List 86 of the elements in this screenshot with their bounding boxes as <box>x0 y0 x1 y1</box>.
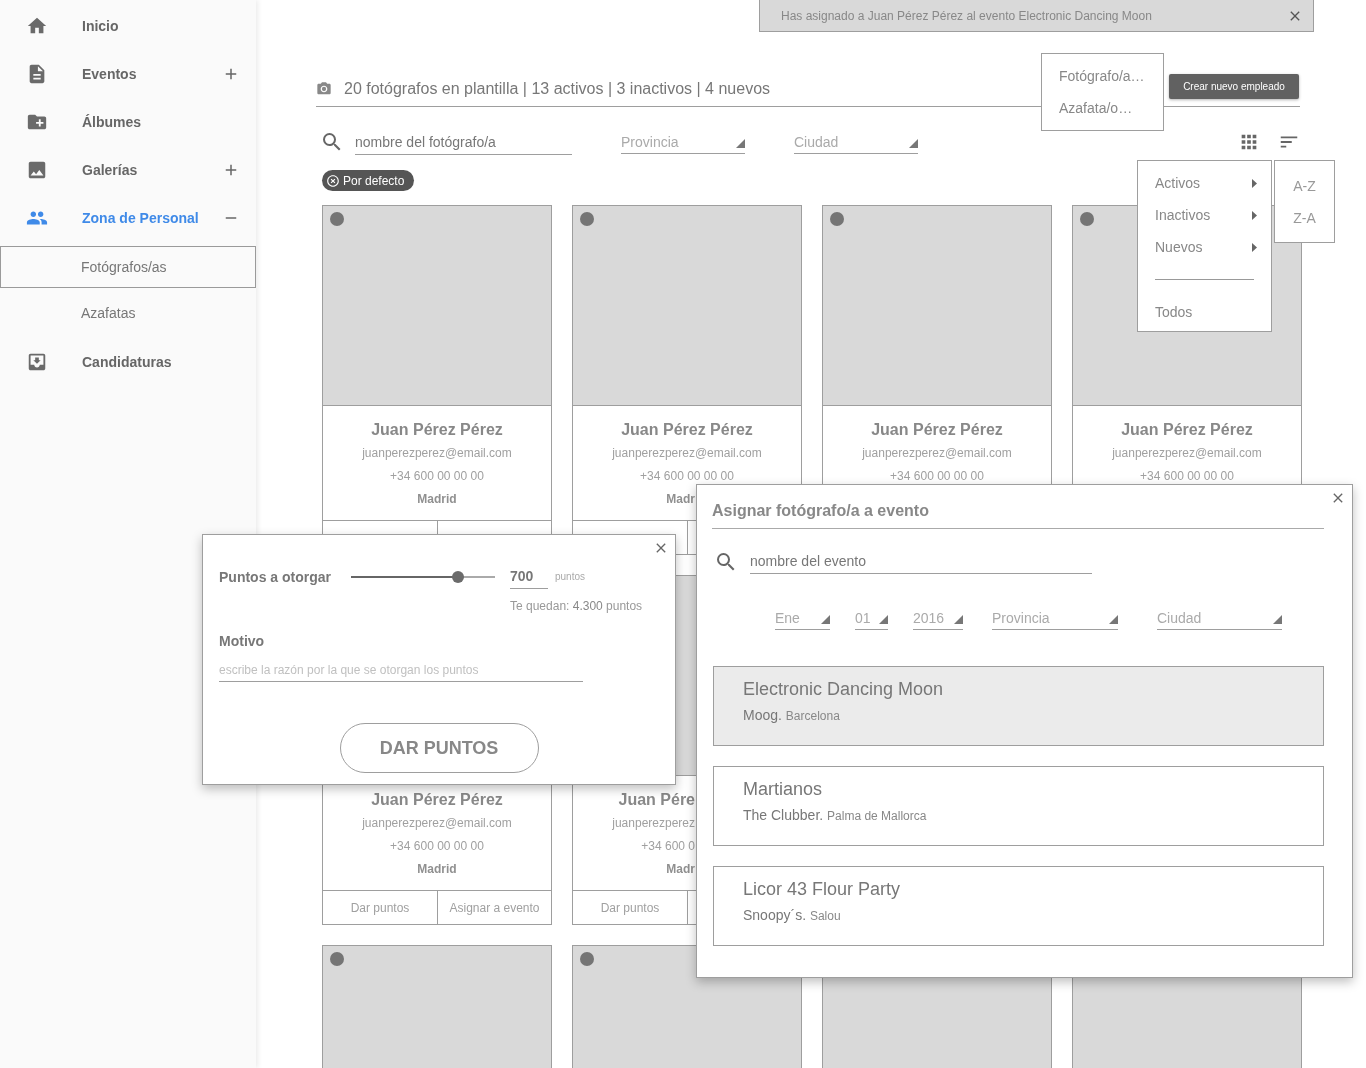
dropdown-triangle-icon <box>954 615 963 624</box>
employee-name: Juan Pére <box>618 792 695 808</box>
dropdown-triangle-icon <box>821 615 830 624</box>
event-search-field[interactable]: nombre del evento <box>750 549 1092 574</box>
staff-summary: 20 fotógrafos en plantilla | 13 activos | 3 inactivos | 4 nuevos <box>344 80 771 98</box>
slider-thumb[interactable] <box>451 570 464 583</box>
camera-icon <box>316 81 332 97</box>
submenu-arrow-icon <box>1252 210 1257 220</box>
employee-email: juanperezperez@email.com <box>1112 447 1262 459</box>
menu-item[interactable]: Activos <box>1138 167 1271 199</box>
menu-item[interactable]: Inactivos <box>1138 199 1271 231</box>
event-name: Electronic Dancing Moon <box>743 679 945 701</box>
card-action-button[interactable]: Asignar a evento <box>438 891 551 924</box>
select-field[interactable]: Ciudad <box>1157 606 1282 630</box>
dialog-title: Asignar fotógrafo/a a evento <box>712 502 1324 529</box>
sidebar-subitem[interactable]: Fotógrafos/as <box>0 246 256 288</box>
select-field[interactable]: Provincia <box>992 606 1118 630</box>
card-action-button[interactable]: Dar puntos <box>573 891 687 924</box>
submenu-arrow-icon <box>1252 178 1257 188</box>
employee-email: juanperezperez@email.com <box>862 447 1012 459</box>
points-unit: puntos <box>555 571 586 582</box>
menu-item[interactable]: Nuevos <box>1138 231 1271 263</box>
card-action-button[interactable]: Dar puntos <box>323 891 437 924</box>
employee-phone: +34 600 00 00 00 <box>890 469 984 482</box>
employee-email: juanperezperez <box>612 817 695 829</box>
select-field[interactable]: Ene <box>775 606 830 630</box>
create-employee-button[interactable]: Crear nuevo empleado <box>1169 73 1299 99</box>
reason-label: Motivo <box>219 633 265 649</box>
sidebar-item[interactable]: Álbumes <box>0 98 256 146</box>
event-location: The Clubber. Palma de Mallorca <box>743 807 928 823</box>
inbox-download-icon <box>26 351 48 373</box>
menu-item[interactable]: Z-A <box>1275 202 1334 234</box>
search-field[interactable]: nombre del fotógrafo/a <box>355 129 572 155</box>
event-item[interactable]: Licor 43 Flour Party Snoopy´s. Salou <box>713 866 1324 946</box>
select-field[interactable]: Provincia <box>621 130 745 154</box>
sidebar-item[interactable]: Eventos <box>0 50 256 98</box>
dropdown-triangle-icon <box>909 139 918 148</box>
menu-item[interactable]: Fotógrafo/a… <box>1042 60 1163 92</box>
event-name: Licor 43 Flour Party <box>743 879 902 901</box>
employee-email: juanperezperez@email.com <box>612 447 762 459</box>
employee-name: Juan Pérez Pérez <box>621 422 753 438</box>
toast-message: Has asignado a Juan Pérez Pérez al evento Electronic Dancing Moon <box>781 8 1152 23</box>
submenu-arrow-icon <box>1252 242 1257 252</box>
select-field[interactable]: 01 <box>855 606 888 630</box>
dropdown-triangle-icon <box>736 139 745 148</box>
menu-item[interactable]: Todos <box>1138 296 1271 328</box>
sidebar-item[interactable]: Inicio <box>0 2 256 50</box>
points-label: Puntos a otorgar <box>219 568 332 585</box>
employee-phone: +34 600 00 00 00 <box>1140 469 1234 482</box>
event-location: Snoopy´s. Salou <box>743 907 842 923</box>
employee-email: juanperezperez@email.com <box>362 817 512 829</box>
employee-city: Madrid <box>417 862 457 875</box>
menu-item[interactable]: Azafata/o… <box>1042 92 1163 124</box>
give-points-button[interactable]: DAR PUNTOS <box>339 723 539 773</box>
employee-city: Madrid <box>417 492 457 505</box>
menu-item[interactable]: A-Z <box>1275 170 1334 202</box>
event-location: Moog. Barcelona <box>743 707 841 723</box>
event-item[interactable]: Martianos The Clubber. Palma de Mallorca <box>713 766 1324 846</box>
employee-city: Madr <box>666 862 695 875</box>
dropdown-triangle-icon <box>1109 615 1118 624</box>
employee-phone: +34 600 00 00 00 <box>640 469 734 482</box>
employee-email: juanperezperez@email.com <box>362 447 512 459</box>
sidebar-subitem[interactable]: Azafatas <box>0 292 256 334</box>
event-item[interactable]: Electronic Dancing Moon Moog. Barcelona <box>713 666 1324 746</box>
sidebar-item[interactable]: Galerías <box>0 146 256 194</box>
employee-phone: +34 600 00 00 00 <box>390 469 484 482</box>
sidebar-item[interactable]: Candidaturas <box>0 338 256 386</box>
remaining-points: Te quedan: 4.300 puntos <box>510 599 643 613</box>
employee-phone: +34 600 00 00 00 <box>390 839 484 852</box>
select-field[interactable]: 2016 <box>913 606 963 630</box>
image-icon <box>26 159 48 181</box>
points-input[interactable]: 700 <box>510 564 548 589</box>
employee-name: Juan Pérez Pérez <box>1121 422 1253 438</box>
employee-name: Juan Pérez Pérez <box>871 422 1003 438</box>
employee-name: Juan Pérez Pérez <box>371 792 503 808</box>
filter-chip[interactable]: Por defecto <box>322 170 415 191</box>
employee-phone: +34 600 0 <box>641 839 695 852</box>
reason-input[interactable]: escribe la razón por la que se otorgan los puntos <box>219 659 583 682</box>
remove-icon <box>326 173 340 188</box>
dropdown-triangle-icon <box>1273 615 1282 624</box>
dropdown-triangle-icon <box>879 615 888 624</box>
select-field[interactable]: Ciudad <box>794 130 918 154</box>
employee-name: Juan Pérez Pérez <box>371 422 503 438</box>
employee-city: Madr <box>666 492 695 505</box>
sidebar-item[interactable]: Zona de Personal <box>0 194 256 242</box>
event-name: Martianos <box>743 779 824 801</box>
